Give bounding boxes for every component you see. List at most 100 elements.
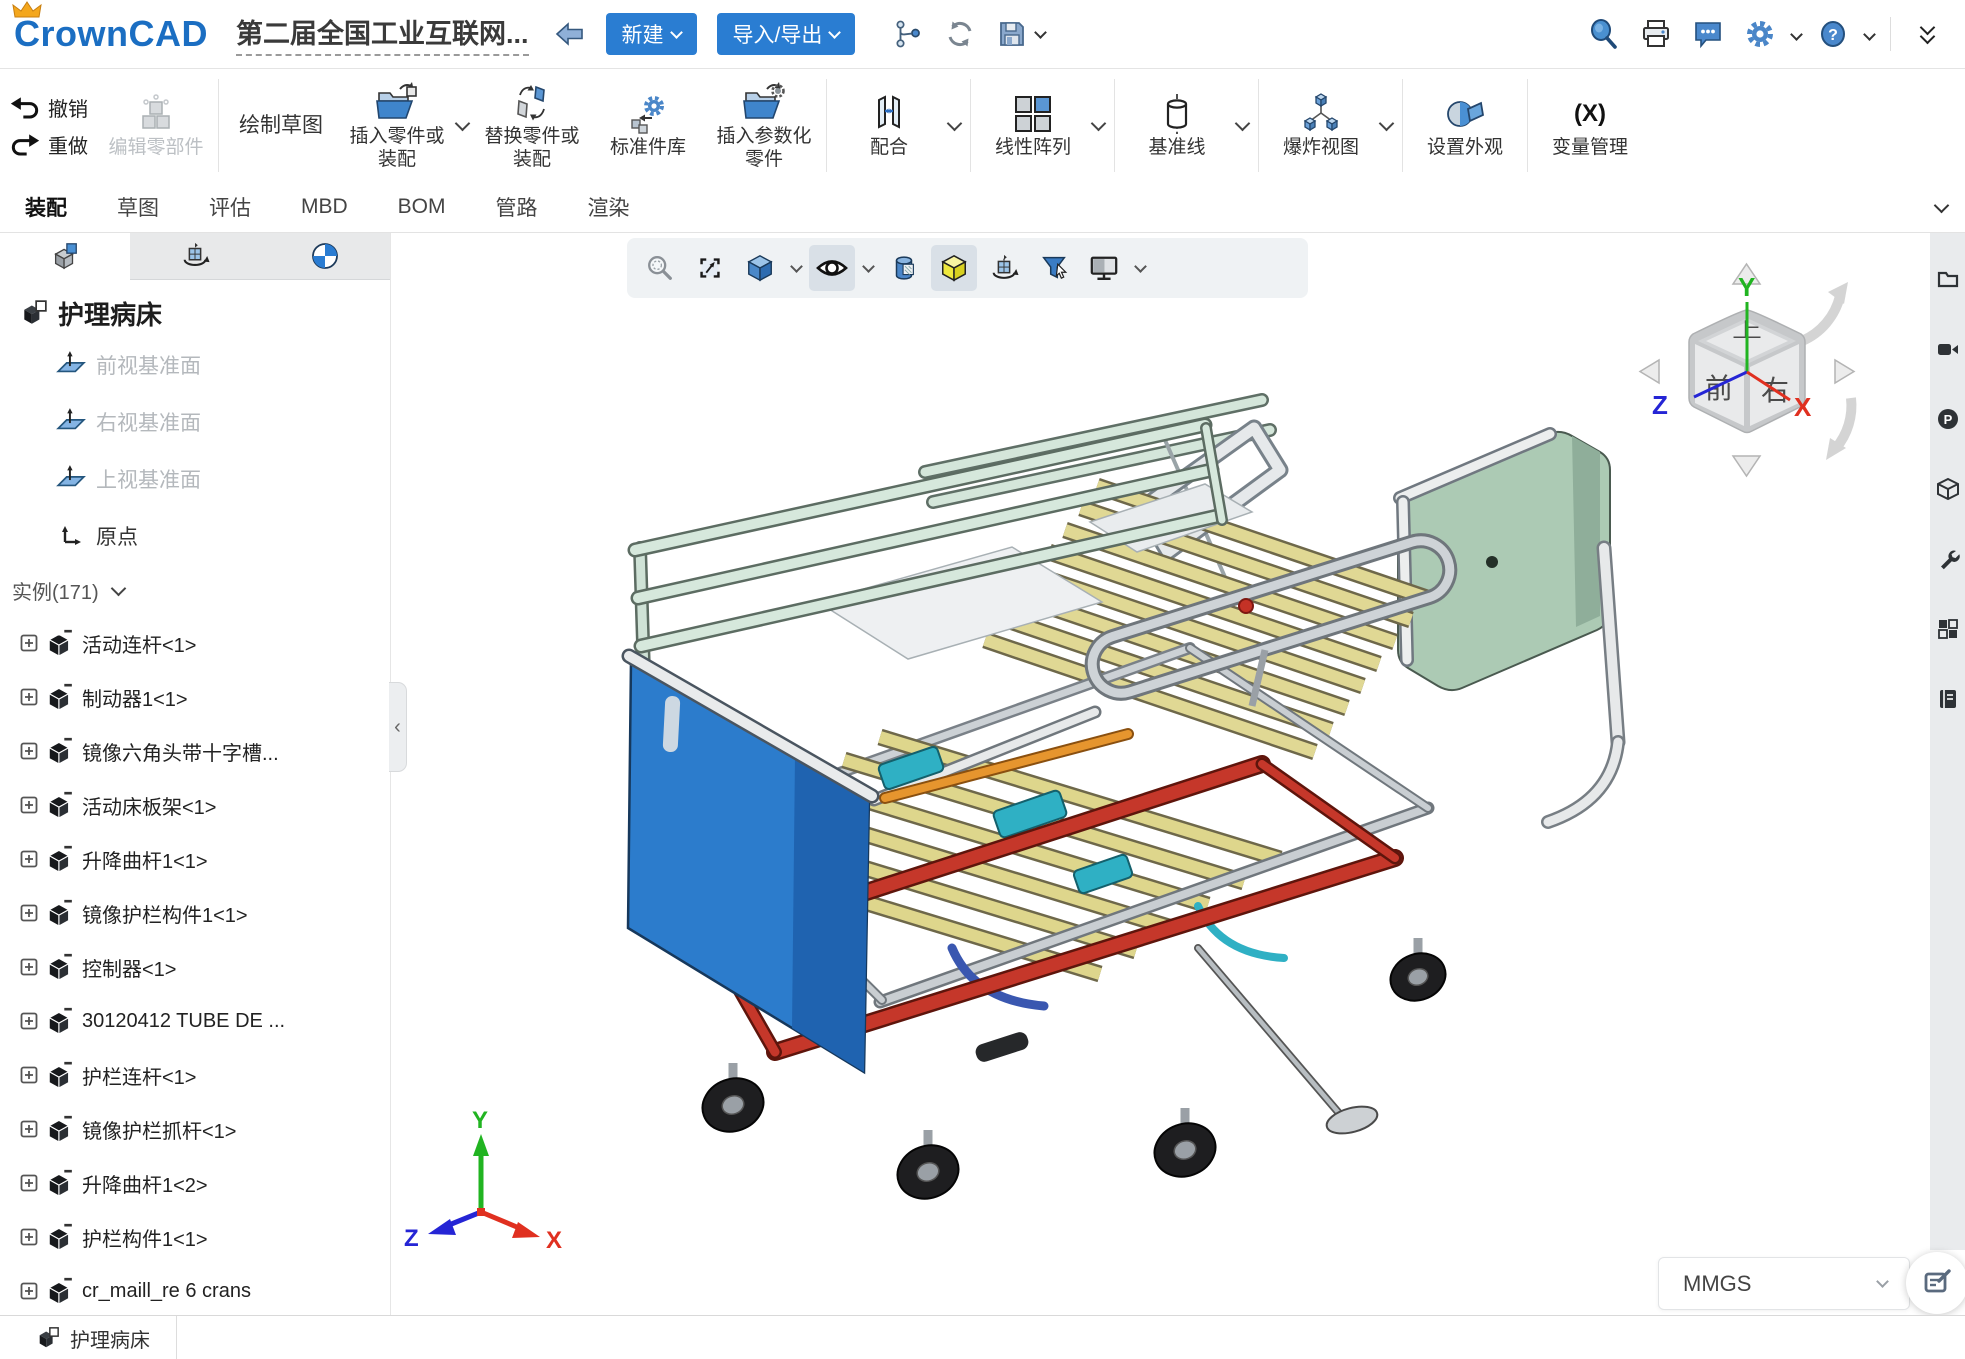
tree-item-part[interactable]: 护栏连杆<1> [0,1048,390,1102]
expand-icon[interactable] [20,1282,38,1300]
collapse-ribbon-button[interactable] [1910,17,1944,51]
tree-item-part[interactable]: 升降曲杆1<2> [0,1156,390,1210]
tree-item-part[interactable]: 控制器<1> [0,940,390,994]
undo-button[interactable]: 撤销 [10,93,88,122]
expand-icon[interactable] [20,742,38,760]
settings-chevron[interactable] [1790,28,1803,41]
tree-item-part[interactable]: 30120412 TUBE DE ... [0,994,390,1048]
tab-render[interactable]: 渲染 [563,182,655,232]
expand-icon[interactable] [20,1012,38,1030]
sidebar-blocks-button[interactable] [1936,594,1960,664]
tab-assembly[interactable]: 装配 [0,182,92,232]
tree-item-part[interactable]: 升降曲杆1<1> [0,832,390,886]
sidebar-parking-button[interactable]: P [1936,384,1960,454]
help-chevron[interactable] [1863,28,1876,41]
datum-line-button[interactable]: 基准线 [1119,87,1235,164]
screen-display-chevron[interactable] [1134,260,1147,273]
tree-item-part[interactable]: 镜像护栏构件1<1> [0,886,390,940]
sidebar-model-button[interactable] [1936,454,1960,524]
variable-manage-button[interactable]: (X) 变量管理 [1532,69,1648,182]
import-export-button[interactable]: 导入/导出 [717,13,856,55]
display-style-button[interactable] [737,245,783,291]
tab-evaluate[interactable]: 评估 [184,182,276,232]
tree-item-part[interactable]: cr_maill_re 6 crans [0,1264,390,1318]
print-button[interactable] [1639,17,1673,51]
visibility-button[interactable] [809,245,855,291]
tab-piping[interactable]: 管路 [471,182,563,232]
tree-item-part[interactable]: 制动器1<1> [0,670,390,724]
sidebar-media-button[interactable] [1936,314,1960,384]
save-options-chevron[interactable] [1034,26,1047,39]
save-button[interactable] [995,17,1029,51]
tab-assembly-tree[interactable] [0,232,130,280]
tree-item-right-plane[interactable]: 右视基准面 [0,393,390,450]
viewcube-arrow-down[interactable] [1733,456,1760,476]
tab-motion[interactable] [130,232,260,280]
back-button[interactable] [553,17,587,51]
standard-library-button[interactable]: 标准件库 [590,69,706,182]
settings-button[interactable] [1743,17,1777,51]
draw-sketch-button[interactable]: 绘制草图 [223,69,339,182]
document-title[interactable]: 第二届全国工业互联网... [236,12,529,56]
open-document-tab[interactable]: 护理病床 [0,1316,177,1359]
sidebar-tools-button[interactable] [1936,524,1960,594]
expand-icon[interactable] [20,904,38,922]
viewcube-rotate-ccw[interactable] [1836,398,1851,448]
tab-bom[interactable]: BOM [373,182,471,232]
exploded-view-chevron[interactable] [1379,116,1395,132]
feedback-button[interactable] [1691,17,1725,51]
tabbar-chevron[interactable] [1934,197,1950,213]
viewcube-arrow-right[interactable] [1835,360,1854,383]
expand-icon[interactable] [20,688,38,706]
tab-sketch[interactable]: 草图 [92,182,184,232]
tree-item-part[interactable]: 镜像护栏抓杆<1> [0,1102,390,1156]
new-button[interactable]: 新建 [606,13,697,55]
help-button[interactable]: ? [1816,17,1850,51]
mate-button[interactable]: 配合 [831,87,947,164]
isolate-button[interactable] [931,245,977,291]
select-region-button[interactable] [687,245,733,291]
expand-icon[interactable] [20,1066,38,1084]
viewcube-arrow-left[interactable] [1640,360,1659,383]
expand-icon[interactable] [20,1228,38,1246]
tree-item-top-plane[interactable]: 上视基准面 [0,450,390,507]
crowncad-logo[interactable]: CrownCAD [14,13,208,55]
expand-icon[interactable] [20,958,38,976]
insert-part-chevron[interactable] [455,116,471,132]
set-appearance-button[interactable]: 设置外观 [1407,69,1523,182]
tree-item-part[interactable]: 镜像六角头带十字槽... [0,724,390,778]
display-style-chevron[interactable] [790,260,803,273]
tree-item-part[interactable]: 活动床板架<1> [0,778,390,832]
section-view-button[interactable] [881,245,927,291]
expand-icon[interactable] [20,1120,38,1138]
screen-display-button[interactable] [1081,245,1127,291]
expand-icon[interactable] [20,634,38,652]
rotate-view-button[interactable] [981,245,1027,291]
search-button[interactable] [1587,17,1621,51]
insert-parametric-button[interactable]: 插入参数化 零件 [706,69,822,182]
tree-root-assembly[interactable]: 护理病床 [0,290,390,336]
tree-item-origin[interactable]: 原点 [0,507,390,564]
edit-component-button[interactable]: 编辑零部件 [98,69,214,182]
tab-named-views[interactable] [260,232,390,280]
tree-item-part[interactable]: 活动连杆<1> [0,616,390,670]
visibility-chevron[interactable] [862,260,875,273]
linear-pattern-chevron[interactable] [1091,116,1107,132]
filter-button[interactable] [1031,245,1077,291]
panel-collapse-handle[interactable]: ‹ [389,682,407,772]
tab-mbd[interactable]: MBD [276,182,373,232]
insert-part-button[interactable]: 插入零件或 装配 [339,76,455,176]
linear-pattern-button[interactable]: 线性阵列 [975,87,1091,164]
replace-part-button[interactable]: 替换零件或 装配 [474,69,590,182]
tree-item-front-plane[interactable]: 前视基准面 [0,336,390,393]
expand-icon[interactable] [20,796,38,814]
version-branch-button[interactable] [891,17,925,51]
zoom-tool-button[interactable] [637,245,683,291]
mate-chevron[interactable] [947,116,963,132]
exploded-view-button[interactable]: 爆炸视图 [1263,87,1379,164]
redo-button[interactable]: 重做 [10,130,88,159]
tree-instances-header[interactable]: 实例(171) [0,564,390,616]
viewcube-rotate-cw[interactable] [1802,296,1840,341]
sync-button[interactable] [943,17,977,51]
expand-icon[interactable] [20,1174,38,1192]
